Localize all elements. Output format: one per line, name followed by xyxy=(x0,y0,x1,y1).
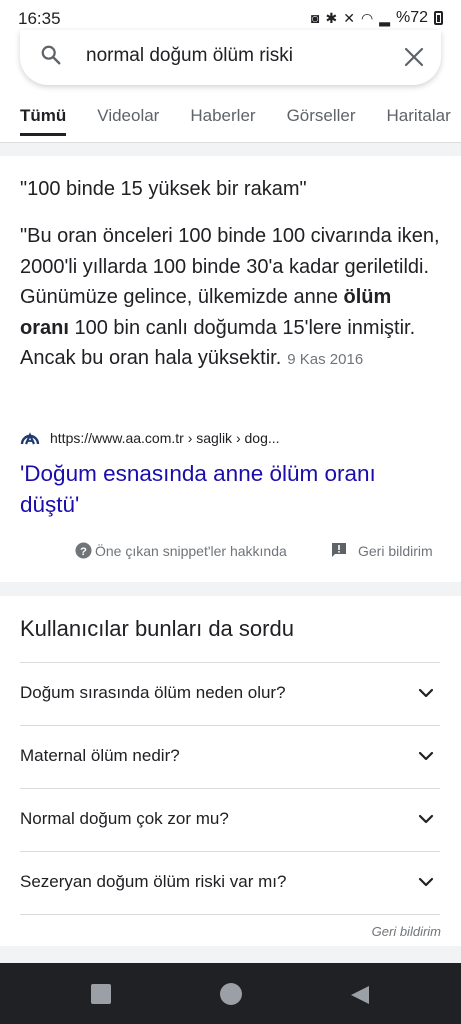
signal-icon: ▂ xyxy=(379,9,390,26)
wifi-icon: ◠ xyxy=(360,9,374,26)
featured-snippet: "100 binde 15 yüksek bir rakam" "Bu oran… xyxy=(0,156,461,582)
result-link[interactable]: 'Doğum esnasında anne ölüm oranı düştü' xyxy=(20,458,440,520)
paa-list: Doğum sırasında ölüm neden olur? Materna… xyxy=(20,662,440,915)
chevron-down-icon xyxy=(418,877,434,887)
search-tabs: Tümü Videolar Haberler Görseller Harital… xyxy=(0,100,461,140)
section-divider xyxy=(0,143,461,156)
feedback-icon[interactable] xyxy=(331,542,347,558)
back-icon[interactable] xyxy=(349,985,371,1005)
battery-percent: %72 xyxy=(395,9,428,26)
chevron-down-icon xyxy=(418,814,434,824)
snippet-footer: ? Öne çıkan snippet'ler hakkında Geri bi… xyxy=(0,540,461,562)
paa-question[interactable]: Sezeryan doğum ölüm riski var mı? xyxy=(20,852,440,915)
status-time: 16:35 xyxy=(18,9,61,28)
section-divider xyxy=(0,946,461,963)
paa-feedback-link[interactable]: Geri bildirim xyxy=(372,924,441,939)
paa-question[interactable]: Normal doğum çok zor mu? xyxy=(20,789,440,852)
tab-images[interactable]: Görseller xyxy=(287,100,356,136)
tab-all[interactable]: Tümü xyxy=(20,100,67,136)
about-snippets-link[interactable]: Öne çıkan snippet'ler hakkında xyxy=(95,543,287,559)
tab-news[interactable]: Haberler xyxy=(190,100,255,136)
paa-question[interactable]: Maternal ölüm nedir? xyxy=(20,726,440,789)
chevron-down-icon xyxy=(418,688,434,698)
snippet-body: "Bu oran önceleri 100 binde 100 civarınd… xyxy=(20,221,440,376)
search-icon[interactable] xyxy=(40,44,62,66)
snippet-title: "100 binde 15 yüksek bir rakam" xyxy=(20,178,307,200)
mute-icon: ✕ xyxy=(343,9,355,26)
paa-heading: Kullanıcılar bunları da sordu xyxy=(20,616,294,641)
help-icon[interactable]: ? xyxy=(75,542,92,559)
recents-icon[interactable] xyxy=(91,984,111,1004)
feedback-link[interactable]: Geri bildirim xyxy=(358,543,433,559)
status-icons: ◙ ✱ ✕ ◠ ▂ %72 xyxy=(311,9,443,27)
notification-icon: ◙ xyxy=(311,10,320,26)
tab-maps[interactable]: Haritalar xyxy=(387,100,451,136)
source-row[interactable]: https://www.aa.com.tr › saglik › dog... xyxy=(20,428,280,448)
paa-question-text: Doğum sırasında ölüm neden olur? xyxy=(20,683,286,702)
tab-videos[interactable]: Videolar xyxy=(97,100,159,136)
svg-text:?: ? xyxy=(80,546,87,558)
paa-question-text: Sezeryan doğum ölüm riski var mı? xyxy=(20,872,287,891)
bluetooth-icon: ✱ xyxy=(325,9,338,26)
paa-question[interactable]: Doğum sırasında ölüm neden olur? xyxy=(20,663,440,726)
chevron-down-icon xyxy=(418,751,434,761)
snippet-date: 9 Kas 2016 xyxy=(287,351,364,368)
home-icon[interactable] xyxy=(220,983,242,1005)
section-divider xyxy=(0,582,461,596)
system-nav-bar xyxy=(0,963,461,1024)
battery-icon xyxy=(434,11,443,25)
people-also-ask: Kullanıcılar bunları da sordu Doğum sıra… xyxy=(0,596,461,946)
paa-question-text: Maternal ölüm nedir? xyxy=(20,746,180,765)
aa-logo-icon xyxy=(20,432,40,445)
paa-question-text: Normal doğum çok zor mu? xyxy=(20,809,229,828)
search-bar[interactable]: normal doğum ölüm riski xyxy=(20,30,441,85)
source-url[interactable]: https://www.aa.com.tr › saglik › dog... xyxy=(50,430,280,446)
clear-icon[interactable] xyxy=(404,47,424,67)
status-bar: 16:35 ◙ ✱ ✕ ◠ ▂ %72 xyxy=(0,0,461,32)
search-input[interactable]: normal doğum ölüm riski xyxy=(86,45,293,67)
